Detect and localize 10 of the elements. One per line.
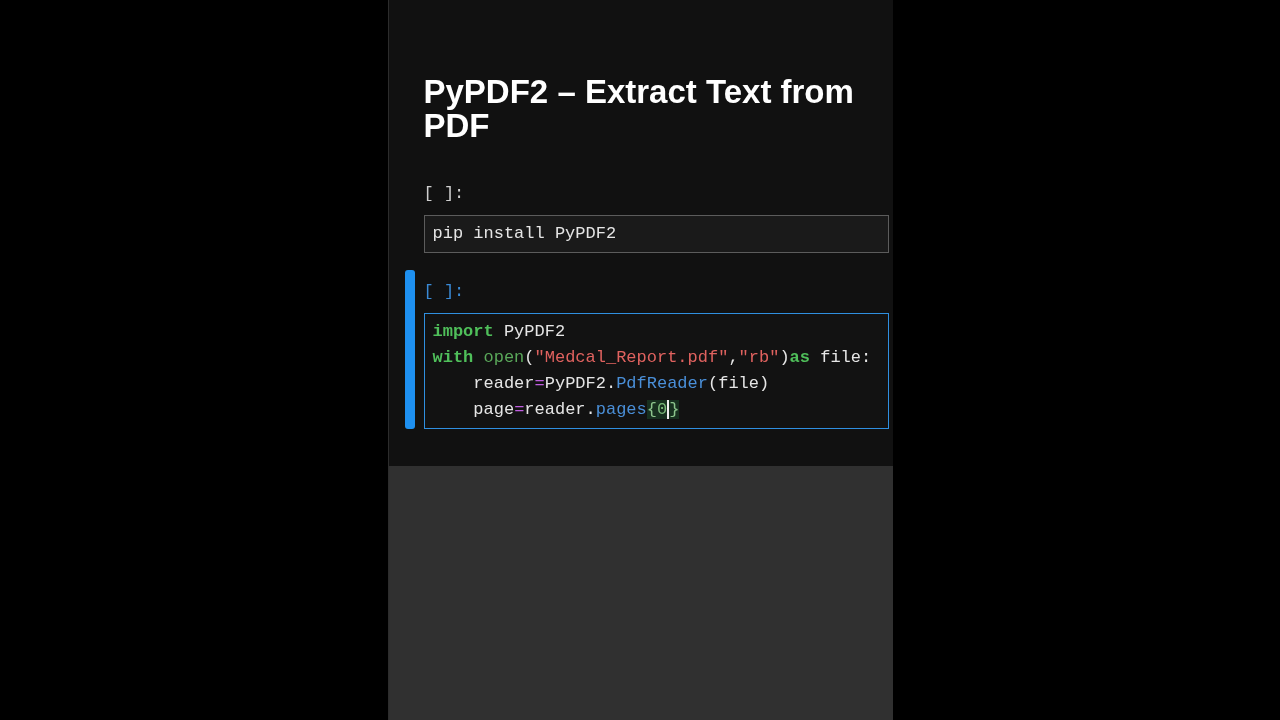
cell-prompt: [ ]: [423,182,465,205]
code-input-field[interactable]: pip install PyPDF2 [423,215,889,253]
code-line: page=reader.pages{0} [472,399,680,421]
notebook-title: PyPDF2 – Extract Text from PDF [423,75,855,143]
code-line: with open("Medcal_Report.pdf","rb")as file: [432,347,872,369]
code-input-field[interactable]: import PyPDF2 with open("Medcal_Report.pdf","rb")as file: reader=PyPDF2.PdfReader(file) page=reader.pages{0} [423,313,889,429]
cell-prompt: [ ]: [423,280,465,303]
code-line: reader=PyPDF2.PdfReader(file) [472,373,770,395]
code-line: import PyPDF2 [432,321,566,343]
code-line: pip install PyPDF2 [432,223,617,245]
